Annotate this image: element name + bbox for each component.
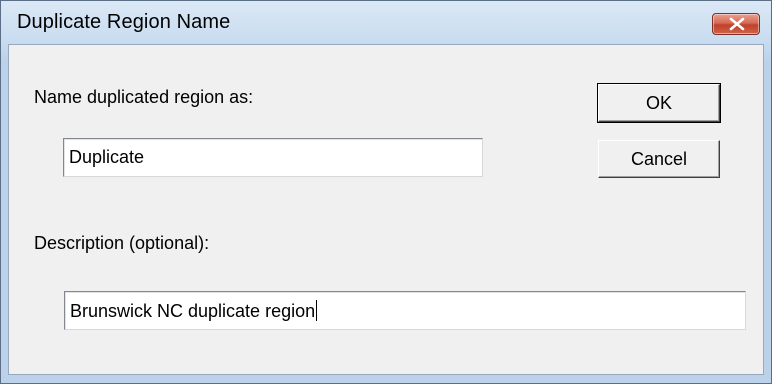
description-value: Brunswick NC duplicate region: [70, 301, 316, 321]
region-name-value: Duplicate: [69, 147, 145, 167]
description-input[interactable]: Brunswick NC duplicate region: [64, 291, 746, 330]
dialog-body: Name duplicated region as: Duplicate Des…: [8, 44, 764, 375]
window-title: Duplicate Region Name: [17, 11, 231, 33]
region-name-input[interactable]: Duplicate: [63, 138, 483, 177]
description-label: Description (optional):: [34, 233, 210, 253]
title-bar[interactable]: Duplicate Region Name: [1, 1, 771, 43]
close-icon: [729, 17, 745, 31]
close-button[interactable]: [712, 13, 760, 35]
cancel-button[interactable]: Cancel: [598, 140, 720, 178]
name-label: Name duplicated region as:: [34, 87, 254, 107]
dialog-window: Duplicate Region Name Name duplicated re…: [0, 0, 772, 384]
ok-button[interactable]: OK: [597, 83, 721, 123]
text-caret: [316, 300, 318, 321]
